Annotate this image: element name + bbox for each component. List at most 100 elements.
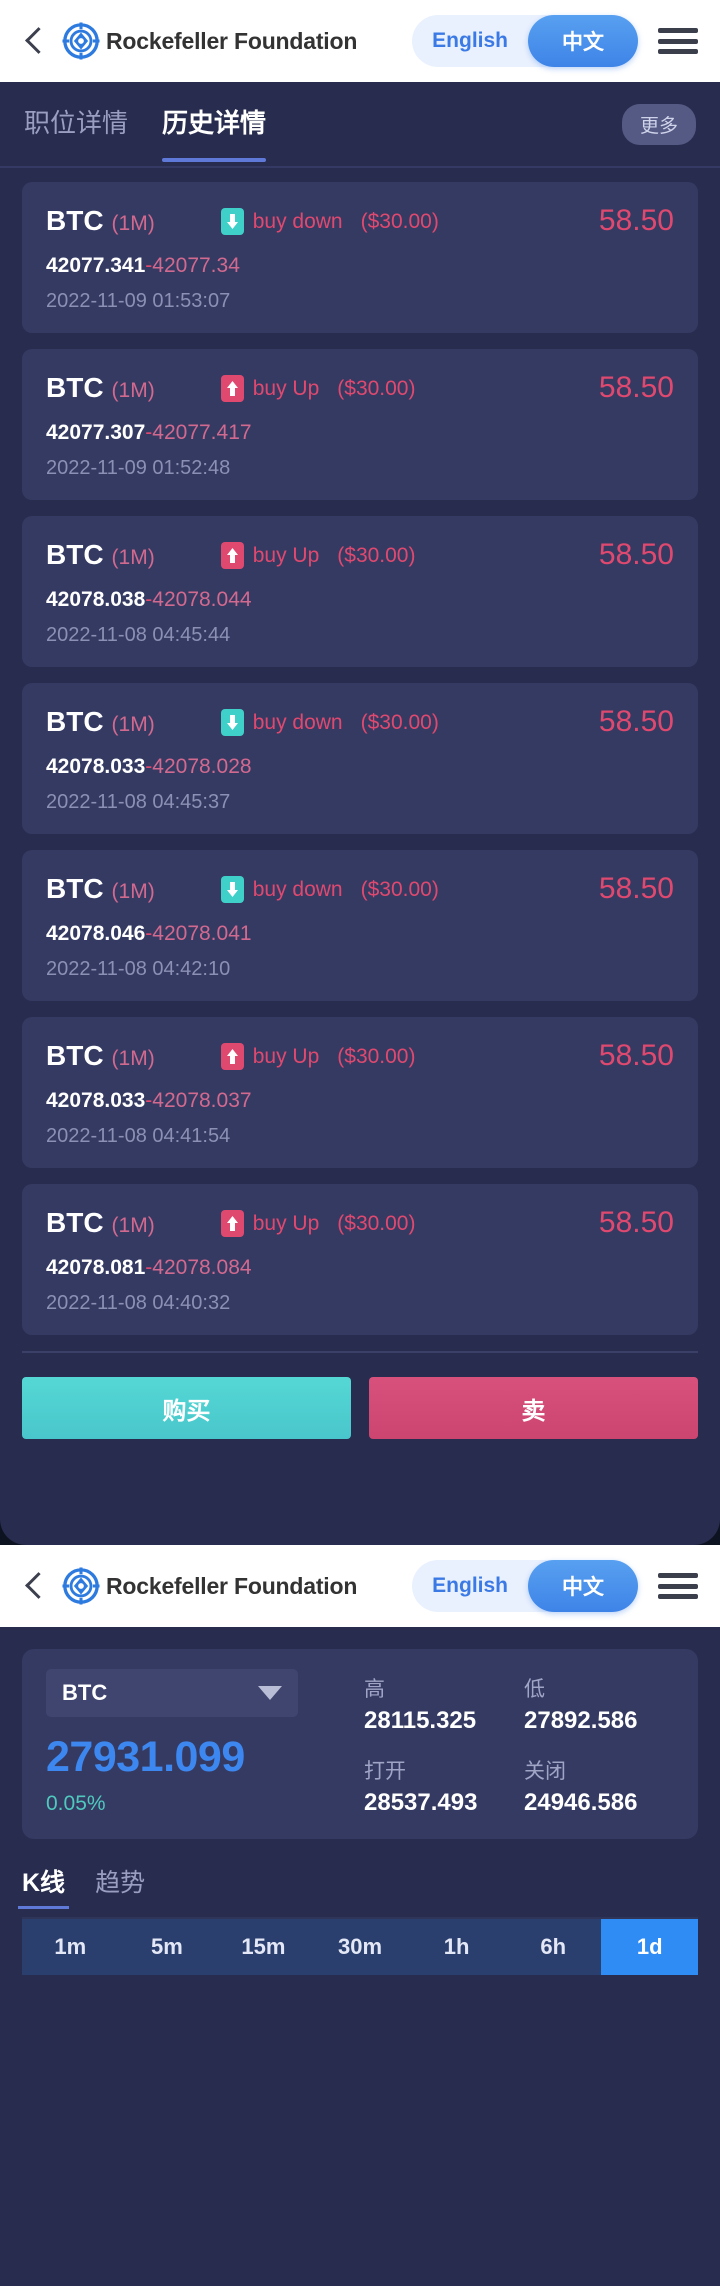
- timeframe-selector: 1m 5m 15m 30m 1h 6h 1d: [22, 1919, 698, 1975]
- trade-timestamp: 2022-11-08 04:40:32: [46, 1292, 231, 1314]
- arrow-down-icon: [220, 876, 244, 903]
- lang-option-chinese[interactable]: 中文: [528, 1560, 638, 1612]
- stat-value: 27892.586: [524, 1707, 638, 1734]
- trade-card-primary-row: BTC (1M) buy Up ($30.00) 58.50: [46, 1206, 674, 1246]
- tab-history-details[interactable]: 历史详情: [162, 103, 267, 162]
- chart-canvas[interactable]: [0, 1975, 720, 2275]
- trade-card-primary-row: BTC (1M) buy Up ($30.00) 58.50: [46, 538, 674, 578]
- arrow-up-icon: [220, 542, 244, 569]
- table-row[interactable]: BTC (1M) buy down ($30.00) 58.50 42078.0…: [22, 850, 698, 1001]
- trade-timestamp: 2022-11-08 04:41:54: [46, 1125, 231, 1147]
- trade-card-primary-row: BTC (1M) buy down ($30.00) 58.50: [46, 705, 674, 745]
- trade-open-price: 42078.081: [46, 1256, 146, 1279]
- timeframe-6h[interactable]: 6h: [505, 1919, 602, 1975]
- stat-open: 打开 28537.493: [364, 1755, 514, 1817]
- table-row[interactable]: BTC (1M) buy Up ($30.00) 58.50 42078.033…: [22, 1017, 698, 1168]
- trade-open-price: 42078.033: [46, 1089, 146, 1112]
- symbol-select[interactable]: BTC: [46, 1669, 298, 1717]
- trade-period: (1M): [111, 379, 155, 402]
- trade-price-row: 42078.046-42078.041: [46, 922, 674, 946]
- trade-close-price: 42078.044: [152, 588, 252, 611]
- hamburger-bar: [658, 1594, 698, 1599]
- trade-period: (1M): [111, 1214, 155, 1237]
- more-button[interactable]: 更多: [621, 103, 696, 145]
- language-switch[interactable]: English 中文: [412, 15, 638, 67]
- buy-button[interactable]: 购买: [22, 1377, 351, 1439]
- trade-direction-label: buy Up: [252, 543, 320, 567]
- back-chevron-icon[interactable]: [18, 1566, 52, 1606]
- last-price: 27931.099: [46, 1733, 245, 1781]
- trade-period: (1M): [111, 713, 155, 736]
- arrow-up-icon: [220, 1210, 244, 1237]
- table-row[interactable]: BTC (1M) buy down ($30.00) 58.50 42078.0…: [22, 683, 698, 834]
- trade-close-price: 42078.041: [152, 922, 252, 945]
- stat-label: 低: [524, 1678, 545, 1701]
- hamburger-bar: [658, 38, 698, 44]
- trade-amount: ($30.00): [360, 710, 439, 734]
- stat-label: 高: [364, 1678, 385, 1701]
- stat-value: 28115.325: [364, 1707, 477, 1734]
- trade-price-row: 42077.341-42077.34: [46, 254, 674, 278]
- trade-payout: 58.50: [598, 705, 674, 738]
- stat-close: 关闭 24946.586: [524, 1755, 674, 1817]
- table-row[interactable]: BTC (1M) buy Up ($30.00) 58.50 42077.307…: [22, 349, 698, 500]
- trade-price-row: 42078.081-42078.084: [46, 1256, 674, 1280]
- trade-payout: 58.50: [598, 1206, 674, 1239]
- timeframe-5m[interactable]: 5m: [119, 1919, 216, 1975]
- trade-close-price: 42077.417: [152, 421, 252, 444]
- brand-block: Rockefeller Foundation: [62, 22, 357, 60]
- table-row[interactable]: BTC (1M) buy Up ($30.00) 58.50 42078.038…: [22, 516, 698, 667]
- trade-direction-label: buy down: [252, 710, 343, 734]
- app-page: Rockefeller Foundation English 中文 职位详情 历…: [0, 0, 720, 2286]
- trade-symbol: BTC: [46, 873, 104, 904]
- trade-payout: 58.50: [598, 872, 674, 905]
- trade-price-row: 42077.307-42077.417: [46, 421, 674, 445]
- trade-amount: ($30.00): [337, 1044, 416, 1068]
- arrow-up-icon: [220, 1043, 244, 1070]
- timeframe-15m[interactable]: 15m: [215, 1919, 312, 1975]
- arrow-up-icon: [220, 375, 244, 402]
- arrow-down-icon: [220, 208, 244, 235]
- trade-direction-label: buy Up: [252, 1044, 320, 1068]
- timeframe-1h[interactable]: 1h: [408, 1919, 505, 1975]
- trade-payout: 58.50: [598, 371, 674, 404]
- trade-close-price: 42077.34: [152, 254, 240, 277]
- trade-payout: 58.50: [598, 204, 674, 237]
- stat-value: 28537.493: [364, 1789, 478, 1816]
- stat-low: 低 27892.586: [524, 1673, 674, 1735]
- stat-label: 打开: [364, 1760, 406, 1783]
- hamburger-menu-icon[interactable]: [658, 24, 698, 58]
- timeframe-1m[interactable]: 1m: [22, 1919, 119, 1975]
- sell-button[interactable]: 卖: [369, 1377, 698, 1439]
- trade-period: (1M): [111, 212, 155, 235]
- timeframe-1d[interactable]: 1d: [601, 1919, 698, 1975]
- stat-value: 24946.586: [524, 1789, 638, 1816]
- trade-price-row: 42078.033-42078.037: [46, 1089, 674, 1113]
- lang-option-english[interactable]: English: [412, 1560, 528, 1612]
- tab-trend[interactable]: 趋势: [95, 1863, 145, 1909]
- trade-direction-block: buy down ($30.00): [220, 709, 439, 736]
- trade-direction-block: buy Up ($30.00): [220, 1210, 415, 1237]
- trade-timestamp: 2022-11-09 01:53:07: [46, 290, 231, 312]
- trade-symbol: BTC: [46, 205, 104, 236]
- back-chevron-icon[interactable]: [18, 21, 52, 61]
- table-row[interactable]: BTC (1M) buy Up ($30.00) 58.50 42078.081…: [22, 1184, 698, 1335]
- trade-timestamp: 2022-11-08 04:45:37: [46, 791, 231, 813]
- quote-stats-grid: 高 28115.325 低 27892.586 打开 28537.493 关闭 …: [346, 1669, 674, 1817]
- hamburger-menu-icon[interactable]: [658, 1569, 698, 1603]
- quote-panel: BTC 27931.099 0.05% 高 28115.325 低 27892.…: [22, 1649, 698, 1839]
- chart-tab-bar: K线 趋势: [0, 1839, 720, 1909]
- stat-label: 关闭: [524, 1760, 566, 1783]
- lang-option-chinese[interactable]: 中文: [528, 15, 638, 67]
- tab-kline[interactable]: K线: [17, 1863, 70, 1909]
- trade-open-price: 42078.038: [46, 588, 146, 611]
- table-row[interactable]: BTC (1M) buy down ($30.00) 58.50 42077.3…: [22, 182, 698, 333]
- trade-symbol: BTC: [46, 1040, 104, 1071]
- timeframe-30m[interactable]: 30m: [312, 1919, 409, 1975]
- trade-payout: 58.50: [598, 1039, 674, 1072]
- hamburger-bar: [658, 1583, 698, 1589]
- language-switch[interactable]: English 中文: [412, 1560, 638, 1612]
- trade-direction-block: buy Up ($30.00): [220, 542, 415, 569]
- tab-position-details[interactable]: 职位详情: [24, 103, 128, 146]
- lang-option-english[interactable]: English: [412, 15, 528, 67]
